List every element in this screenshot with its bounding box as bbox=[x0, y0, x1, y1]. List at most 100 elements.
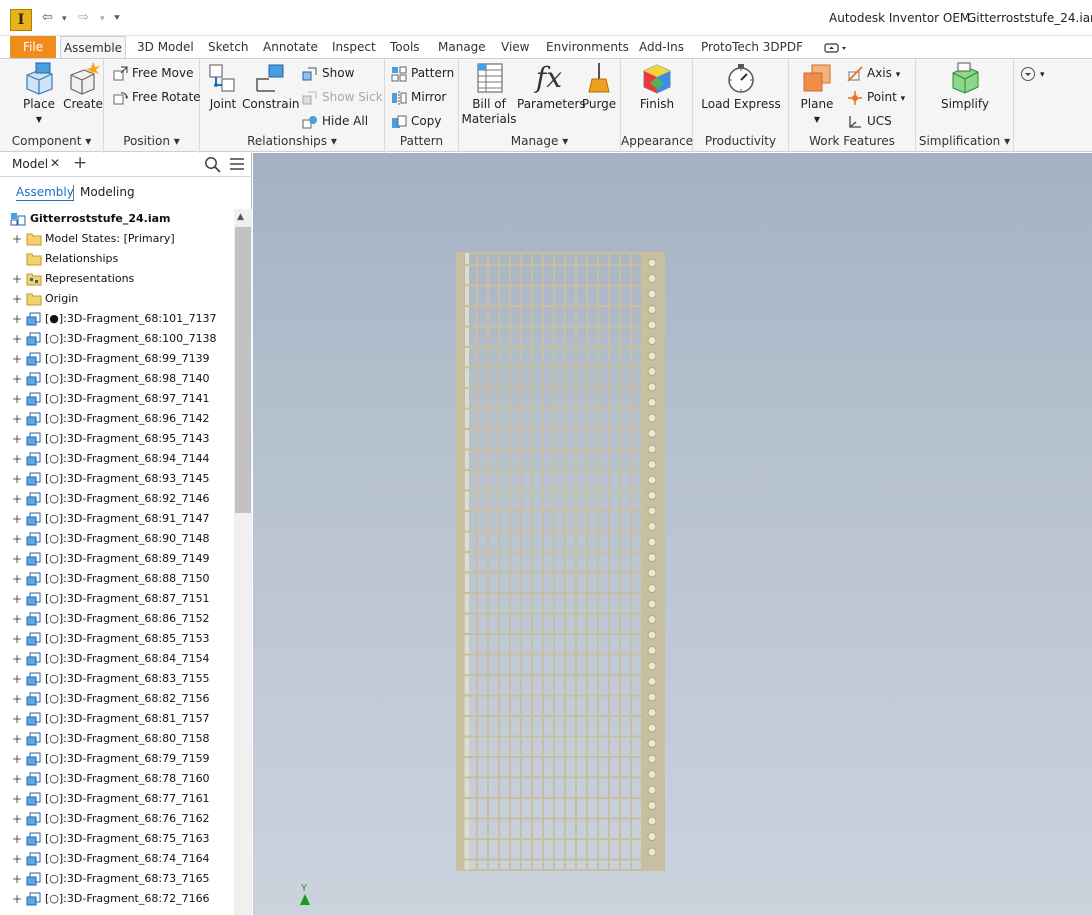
tab-inspect[interactable]: Inspect bbox=[332, 36, 376, 58]
expand-icon[interactable]: + bbox=[12, 849, 22, 869]
tab-environments[interactable]: Environments bbox=[546, 36, 629, 58]
expand-icon[interactable]: + bbox=[12, 509, 22, 529]
show-sick-button[interactable]: Show Sick bbox=[302, 86, 383, 108]
expand-icon[interactable]: + bbox=[12, 709, 22, 729]
tab-add-ins[interactable]: Add-Ins bbox=[639, 36, 684, 58]
expand-icon[interactable]: + bbox=[12, 289, 22, 309]
tab-3d-model[interactable]: 3D Model bbox=[137, 36, 194, 58]
place-dropdown-icon[interactable]: ▼ bbox=[14, 112, 64, 127]
place-button[interactable]: Place ▼ bbox=[14, 61, 64, 127]
tree-component-item[interactable]: + [○]:3D-Fragment_68:84_7154 bbox=[0, 649, 234, 669]
tree-folder-origin[interactable]: + Origin bbox=[0, 289, 234, 309]
mirror-button[interactable]: Mirror bbox=[391, 86, 446, 108]
expand-icon[interactable]: + bbox=[12, 809, 22, 829]
expand-icon[interactable]: + bbox=[12, 629, 22, 649]
purge-button[interactable]: Purge bbox=[581, 61, 617, 112]
scrollbar-thumb[interactable] bbox=[235, 227, 251, 513]
tree-folder-model-states[interactable]: + Model States: [Primary] bbox=[0, 229, 234, 249]
tree-component-item[interactable]: + [○]:3D-Fragment_68:75_7163 bbox=[0, 829, 234, 849]
expand-icon[interactable]: + bbox=[12, 789, 22, 809]
expand-icon[interactable]: + bbox=[12, 269, 22, 289]
tree-component-item[interactable]: + [○]:3D-Fragment_68:98_7140 bbox=[0, 369, 234, 389]
tab-view[interactable]: View bbox=[501, 36, 529, 58]
tree-component-item[interactable]: + [○]:3D-Fragment_68:87_7151 bbox=[0, 589, 234, 609]
tree-component-item[interactable]: + [○]:3D-Fragment_68:81_7157 bbox=[0, 709, 234, 729]
expand-icon[interactable]: + bbox=[12, 689, 22, 709]
tree-component-item[interactable]: + [○]:3D-Fragment_68:96_7142 bbox=[0, 409, 234, 429]
tree-component-item[interactable]: + [○]:3D-Fragment_68:74_7164 bbox=[0, 849, 234, 869]
simplify-button[interactable]: Simplify bbox=[938, 61, 992, 112]
grating-step-model[interactable] bbox=[253, 153, 1092, 915]
tree-component-item[interactable]: + [○]:3D-Fragment_68:90_7148 bbox=[0, 529, 234, 549]
ucs-button[interactable]: UCS bbox=[847, 110, 892, 132]
ribbon-overflow-button[interactable]: ▾ bbox=[1020, 62, 1045, 84]
expand-icon[interactable]: + bbox=[12, 549, 22, 569]
tree-component-item[interactable]: + [○]:3D-Fragment_68:83_7155 bbox=[0, 669, 234, 689]
group-title-relationships[interactable]: Relationships ▾ bbox=[200, 134, 384, 148]
group-title-simplification[interactable]: Simplification ▾ bbox=[916, 134, 1013, 148]
tab-tools[interactable]: Tools bbox=[390, 36, 420, 58]
expand-icon[interactable]: + bbox=[12, 529, 22, 549]
browser-search-icon[interactable] bbox=[204, 156, 221, 176]
expand-icon[interactable]: + bbox=[12, 369, 22, 389]
tree-component-item[interactable]: + [○]:3D-Fragment_68:91_7147 bbox=[0, 509, 234, 529]
joint-button[interactable]: Joint bbox=[204, 61, 242, 112]
expand-icon[interactable]: + bbox=[12, 309, 22, 329]
browser-scrollbar[interactable]: ▲ bbox=[234, 209, 252, 915]
axis-button[interactable]: Axis ▾ bbox=[847, 62, 900, 84]
tree-component-item[interactable]: + [○]:3D-Fragment_68:88_7150 bbox=[0, 569, 234, 589]
expand-icon[interactable]: + bbox=[12, 229, 22, 249]
plane-button[interactable]: Plane ▼ bbox=[797, 61, 837, 127]
tree-folder-representations[interactable]: + Representations bbox=[0, 269, 234, 289]
tree-component-item[interactable]: + [○]:3D-Fragment_68:94_7144 bbox=[0, 449, 234, 469]
group-title-position[interactable]: Position ▾ bbox=[104, 134, 199, 148]
scroll-up-icon[interactable]: ▲ bbox=[237, 212, 244, 222]
expand-icon[interactable]: + bbox=[12, 449, 22, 469]
expand-icon[interactable]: + bbox=[12, 349, 22, 369]
tree-component-item[interactable]: + [○]:3D-Fragment_68:73_7165 bbox=[0, 869, 234, 889]
copy-button[interactable]: Copy bbox=[391, 110, 441, 132]
expand-icon[interactable]: + bbox=[12, 569, 22, 589]
tree-component-item[interactable]: + [○]:3D-Fragment_68:82_7156 bbox=[0, 689, 234, 709]
tree-component-item[interactable]: + [○]:3D-Fragment_68:93_7145 bbox=[0, 469, 234, 489]
tree-root[interactable]: Gitterroststufe_24.iam bbox=[0, 209, 234, 229]
expand-icon[interactable]: + bbox=[12, 829, 22, 849]
subtab-assembly[interactable]: Assembly bbox=[16, 185, 74, 201]
browser-menu-icon[interactable] bbox=[229, 156, 245, 175]
expand-icon[interactable]: + bbox=[12, 429, 22, 449]
free-move-button[interactable]: Free Move bbox=[112, 62, 193, 84]
browser-tab-model[interactable]: Model bbox=[12, 157, 48, 171]
inventor-logo-icon[interactable]: I bbox=[10, 9, 32, 31]
group-title-manage[interactable]: Manage ▾ bbox=[459, 134, 620, 148]
tree-component-item[interactable]: + [○]:3D-Fragment_68:76_7162 bbox=[0, 809, 234, 829]
tree-component-item[interactable]: + [○]:3D-Fragment_68:97_7141 bbox=[0, 389, 234, 409]
redo-icon[interactable]: ⇨ bbox=[78, 10, 89, 25]
point-button[interactable]: Point ▾ bbox=[847, 86, 905, 108]
expand-icon[interactable]: + bbox=[12, 389, 22, 409]
expand-icon[interactable]: + bbox=[12, 869, 22, 889]
tab-annotate[interactable]: Annotate bbox=[263, 36, 318, 58]
graphics-viewport[interactable]: Y bbox=[253, 153, 1092, 915]
undo-dropdown-icon[interactable]: ▾ bbox=[62, 14, 67, 24]
tree-component-item[interactable]: + [○]:3D-Fragment_68:85_7153 bbox=[0, 629, 234, 649]
show-button[interactable]: Show bbox=[302, 62, 354, 84]
tree-component-item[interactable]: + [○]:3D-Fragment_68:86_7152 bbox=[0, 609, 234, 629]
subtab-modeling[interactable]: Modeling bbox=[80, 185, 135, 200]
redo-dropdown-icon[interactable]: ▾ bbox=[100, 14, 105, 24]
expand-icon[interactable]: + bbox=[12, 749, 22, 769]
undo-icon[interactable]: ⇦ bbox=[42, 10, 53, 25]
tree-folder-relationships[interactable]: Relationships bbox=[0, 249, 234, 269]
expand-icon[interactable]: + bbox=[12, 769, 22, 789]
tree-component-item[interactable]: + [○]:3D-Fragment_68:92_7146 bbox=[0, 489, 234, 509]
expand-icon[interactable]: + bbox=[12, 729, 22, 749]
pattern-button[interactable]: Pattern bbox=[391, 62, 454, 84]
tree-component-item[interactable]: + [○]:3D-Fragment_68:72_7166 bbox=[0, 889, 234, 909]
expand-icon[interactable]: + bbox=[12, 329, 22, 349]
browser-add-icon[interactable]: + bbox=[73, 153, 87, 173]
ribbon-display-toggle-icon[interactable] bbox=[824, 36, 848, 58]
customize-quick-access-icon[interactable]: ⯆ bbox=[113, 13, 121, 24]
bill-of-materials-button[interactable]: Bill of Materials bbox=[461, 61, 517, 127]
tab-assemble[interactable]: Assemble bbox=[60, 36, 126, 58]
expand-icon[interactable]: + bbox=[12, 649, 22, 669]
constrain-button[interactable]: Constrain bbox=[242, 61, 300, 112]
